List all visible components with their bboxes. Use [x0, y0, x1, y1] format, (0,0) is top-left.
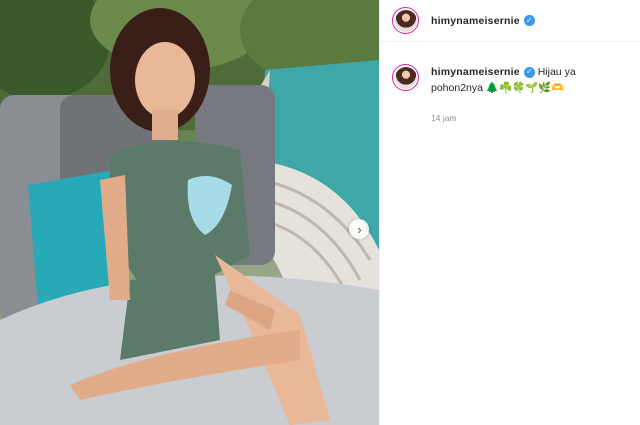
caption-username[interactable]: himynameisernie: [431, 66, 520, 78]
caption-comment: himynameisernie ✓ Hijau ya pohon2nya 🌲☘️🍀…: [380, 42, 640, 126]
header-username[interactable]: himynameisernie ✓: [431, 15, 535, 27]
caption-avatar[interactable]: [392, 64, 419, 91]
next-photo-button[interactable]: ›: [349, 219, 369, 239]
caption-body: himynameisernie ✓ Hijau ya pohon2nya 🌲☘️🍀…: [431, 64, 576, 126]
photo-illustration: [0, 0, 379, 425]
post-timestamp[interactable]: 14 jam: [431, 110, 576, 126]
instagram-post: › himynameisernie ✓ himynameisernie ✓ Hija…: [0, 0, 640, 425]
verified-badge-icon: ✓: [523, 15, 535, 27]
avatar[interactable]: [392, 7, 419, 34]
verified-badge-icon: ✓: [523, 66, 535, 78]
floral-dress: [110, 141, 250, 285]
caption-text-line-1: Hijau ya: [537, 66, 576, 78]
header-username-text[interactable]: himynameisernie: [431, 15, 520, 27]
chevron-right-icon: ›: [357, 221, 362, 237]
post-side-panel: himynameisernie ✓ himynameisernie ✓ Hijau …: [379, 0, 640, 425]
caption-text-line-2: pohon2nya 🌲☘️🍀🌱🌿🫶: [431, 82, 565, 94]
post-photo[interactable]: ›: [0, 0, 379, 425]
post-header: himynameisernie ✓: [380, 0, 640, 42]
face: [135, 42, 195, 118]
